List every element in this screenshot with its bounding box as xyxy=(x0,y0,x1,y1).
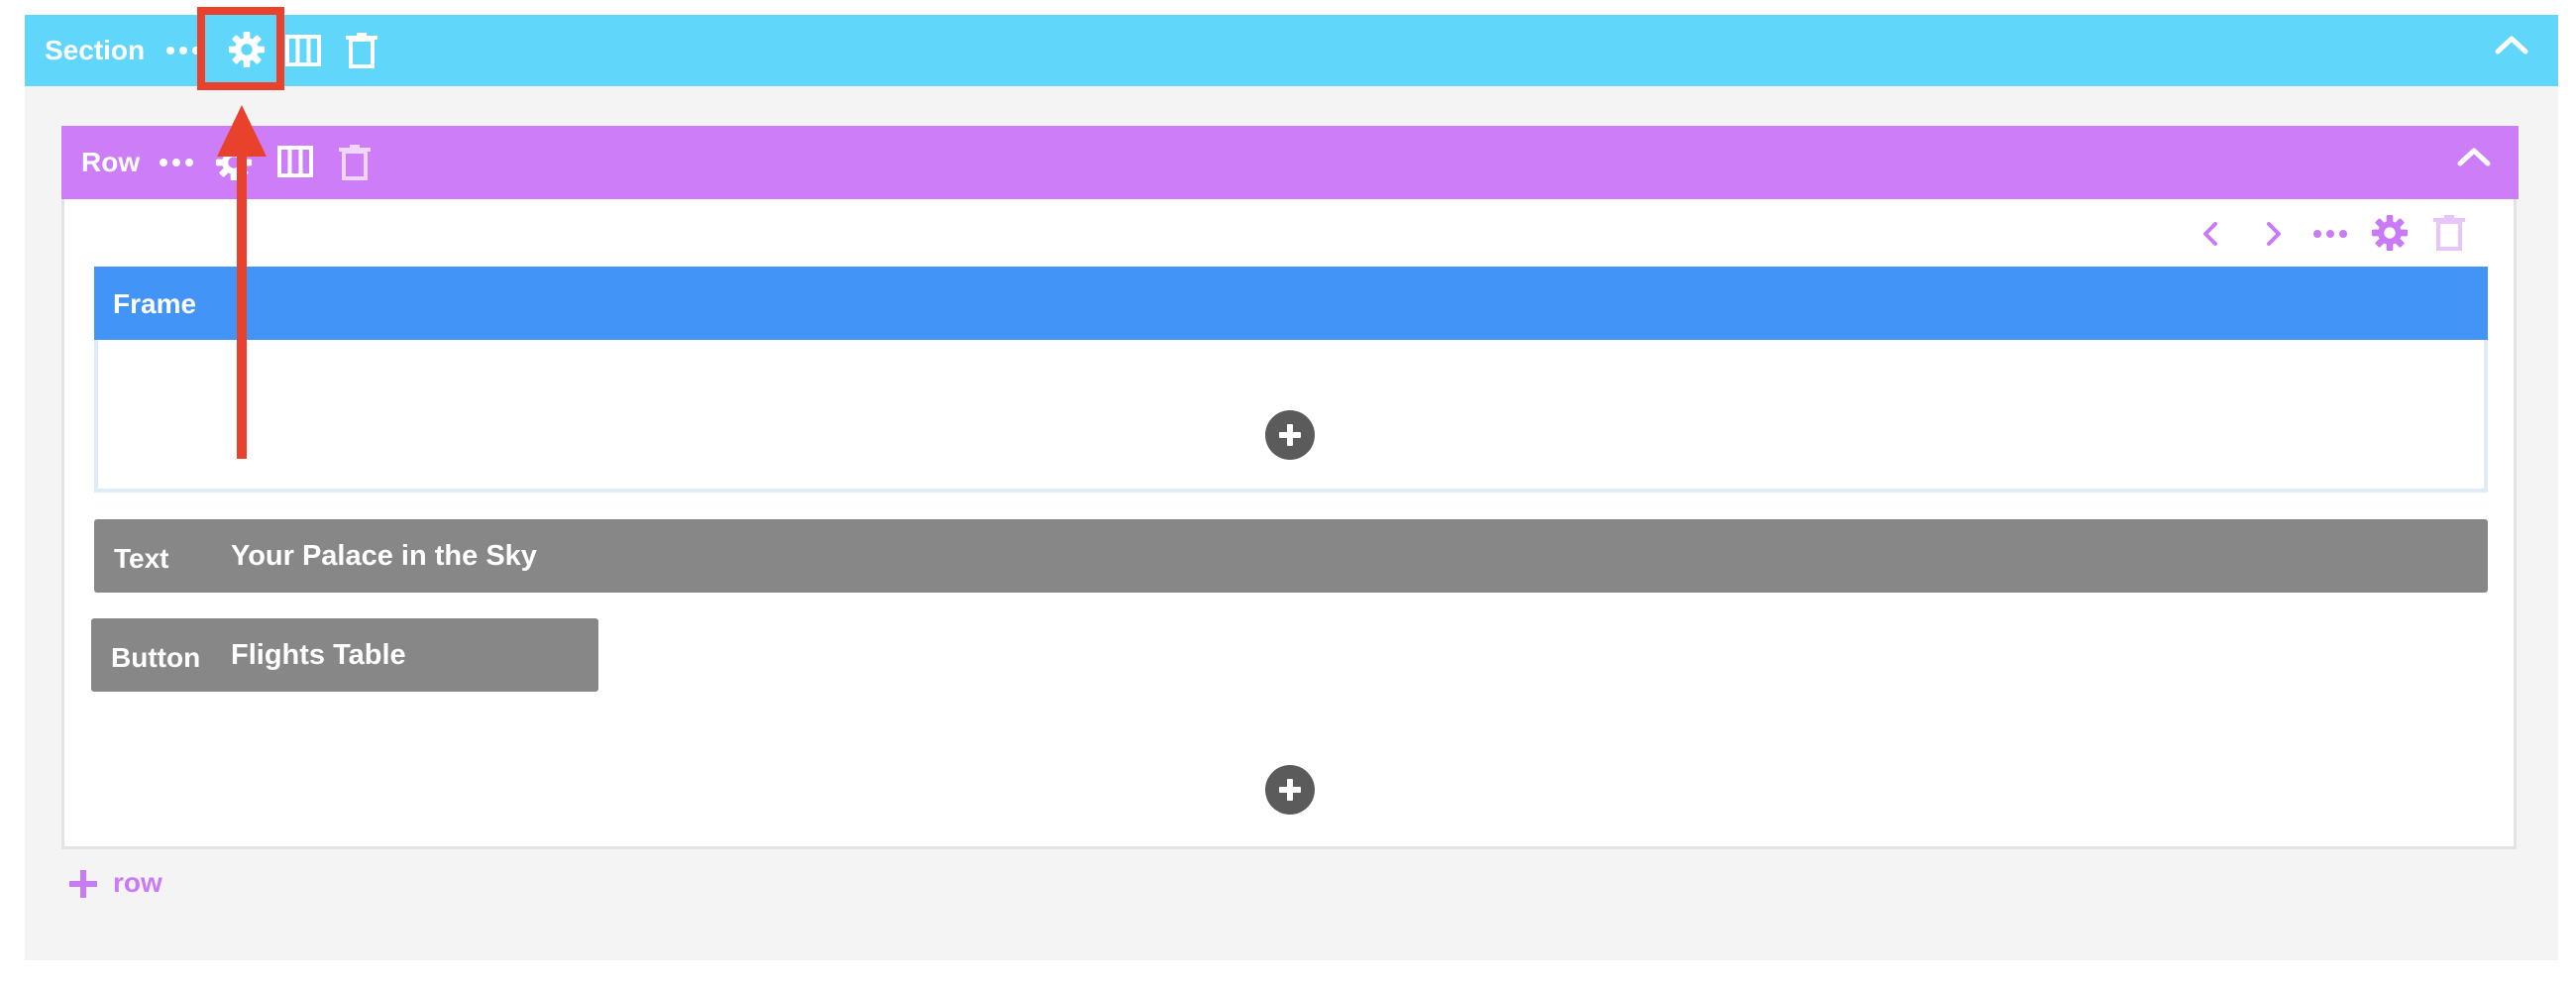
section-label: Section xyxy=(45,35,146,65)
section-columns-icon[interactable] xyxy=(285,35,321,66)
row-collapse-chevron-up-icon[interactable] xyxy=(2457,147,2491,166)
chevron-left-icon[interactable] xyxy=(2201,220,2219,248)
frame-label: Frame xyxy=(113,288,197,319)
plus-icon xyxy=(1279,779,1301,801)
plus-icon xyxy=(69,870,97,898)
button-element[interactable]: Button Flights Table xyxy=(91,618,598,692)
element-title: Your Palace in the Sky xyxy=(231,540,537,572)
row-header[interactable]: Row xyxy=(61,126,2519,199)
text-element[interactable]: Text Your Palace in the Sky xyxy=(94,519,2488,593)
element-title: Flights Table xyxy=(231,639,406,671)
section-header[interactable]: Section xyxy=(25,15,2558,86)
section-trash-icon[interactable] xyxy=(346,33,377,68)
annotation-highlight-box xyxy=(197,7,284,90)
column-more-icon[interactable] xyxy=(2312,227,2348,241)
element-type-label: Text xyxy=(114,543,169,574)
add-row-label: row xyxy=(113,867,162,898)
column-toolbar xyxy=(2190,212,2477,256)
column-add-element-button[interactable] xyxy=(1265,765,1315,815)
plus-icon xyxy=(1279,424,1301,446)
row-label: Row xyxy=(81,147,141,177)
frame-header[interactable]: Frame xyxy=(94,267,2488,340)
section-more-icon[interactable] xyxy=(165,44,201,57)
element-type-label: Button xyxy=(111,642,201,673)
column-gear-icon[interactable] xyxy=(2371,214,2409,252)
frame-add-element-button[interactable] xyxy=(1265,410,1315,460)
column-trash-icon[interactable] xyxy=(2433,215,2465,251)
section-collapse-chevron-up-icon[interactable] xyxy=(2495,35,2528,55)
chevron-right-icon[interactable] xyxy=(2265,220,2283,248)
row-trash-icon[interactable] xyxy=(339,145,371,180)
annotation-arrow xyxy=(217,105,267,459)
row-more-icon[interactable] xyxy=(159,156,194,169)
